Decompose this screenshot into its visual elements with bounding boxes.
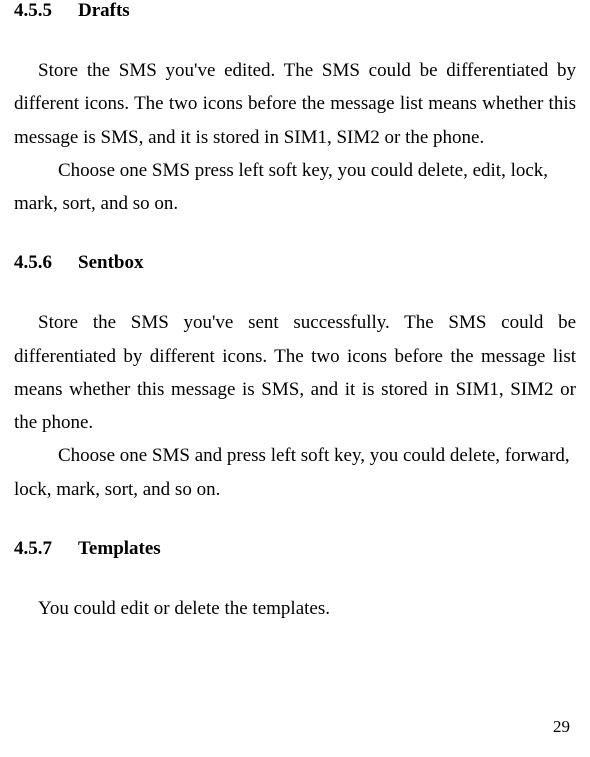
drafts-para2: Choose one SMS press left soft key, you … — [14, 154, 576, 221]
section-number: 4.5.6 — [14, 252, 52, 274]
section-sentbox-body: Store the SMS you've sent successfully. … — [14, 306, 576, 506]
section-heading-drafts: 4.5.5 Drafts — [14, 0, 576, 22]
section-heading-sentbox: 4.5.6 Sentbox — [14, 252, 576, 274]
sentbox-para2: Choose one SMS and press left soft key, … — [14, 439, 576, 506]
section-number: 4.5.7 — [14, 538, 52, 560]
page-number: 29 — [553, 717, 570, 737]
section-title: Sentbox — [78, 252, 143, 273]
section-number: 4.5.5 — [14, 0, 52, 22]
drafts-para1: Store the SMS you've edited. The SMS cou… — [14, 54, 576, 154]
section-drafts-body: Store the SMS you've edited. The SMS cou… — [14, 54, 576, 220]
templates-para1: You could edit or delete the templates. — [14, 592, 576, 625]
sentbox-para1: Store the SMS you've sent successfully. … — [14, 306, 576, 439]
section-heading-templates: 4.5.7 Templates — [14, 538, 576, 560]
section-title: Templates — [78, 538, 161, 559]
section-title: Drafts — [78, 0, 130, 21]
